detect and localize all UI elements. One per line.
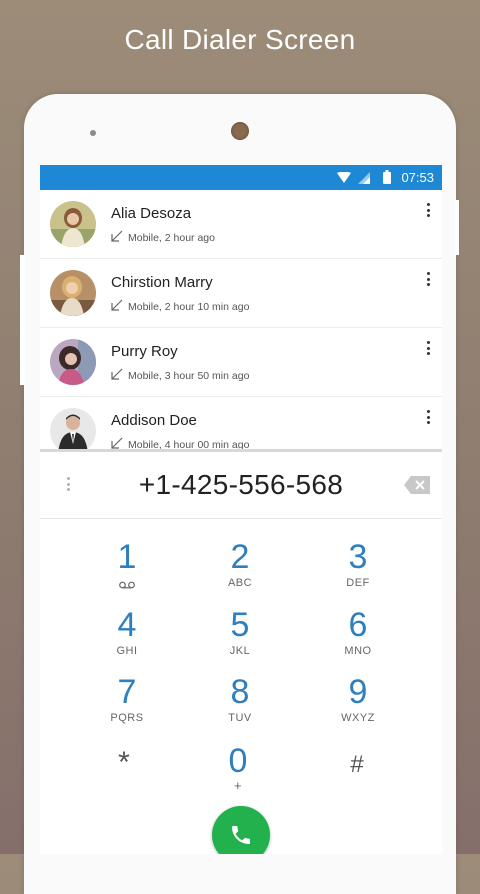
side-button-right — [455, 200, 459, 255]
more-options-icon[interactable] — [424, 272, 432, 288]
outgoing-call-arrow-icon — [111, 230, 123, 242]
dial-key-9[interactable]: 9 WXYZ — [298, 673, 418, 733]
avatar — [50, 408, 96, 453]
dial-key-1[interactable]: 1 — [67, 538, 187, 598]
call-detail-text: Mobile, 2 hour 10 min ago — [128, 301, 250, 313]
dialer-panel: +1-425-556-568 1 2 ABC 3 DEF 4 GHI 5 JKL — [40, 449, 442, 854]
side-button-left — [20, 255, 25, 385]
more-options-icon[interactable] — [424, 341, 432, 357]
more-options-icon[interactable] — [424, 203, 432, 219]
dial-key-hash[interactable]: # — [297, 746, 417, 806]
phone-icon — [229, 823, 253, 852]
dial-key-7[interactable]: 7 PQRS — [67, 673, 187, 733]
call-detail: Mobile, 2 hour ago — [111, 230, 215, 244]
call-detail-text: Mobile, 3 hour 50 min ago — [128, 370, 250, 382]
dial-key-8[interactable]: 8 TUV — [180, 673, 300, 733]
dial-key-5[interactable]: 5 JKL — [180, 606, 300, 666]
dial-key-6[interactable]: 6 MNO — [298, 606, 418, 666]
outgoing-call-arrow-icon — [111, 299, 123, 311]
signal-icon — [358, 171, 370, 189]
status-bar: 07:53 — [40, 165, 442, 190]
call-detail: Mobile, 3 hour 50 min ago — [111, 368, 249, 382]
wifi-icon — [337, 171, 351, 189]
call-log-item[interactable]: Chirstion Marry Mobile, 2 hour 10 min ag… — [40, 259, 442, 328]
avatar — [50, 270, 96, 316]
dial-key-2[interactable]: 2 ABC — [180, 538, 300, 598]
call-button[interactable] — [212, 806, 270, 854]
call-log-item[interactable]: Addison Doe Mobile, 4 hour 00 min ago — [40, 397, 442, 453]
avatar — [50, 339, 96, 385]
call-detail-text: Mobile, 2 hour ago — [128, 232, 215, 244]
backspace-icon[interactable] — [404, 476, 430, 499]
call-log-list[interactable]: Alia Desoza Mobile, 2 hour ago Chirstion… — [40, 190, 442, 453]
outgoing-call-arrow-icon — [111, 437, 123, 449]
proximity-sensor — [90, 130, 96, 136]
outgoing-call-arrow-icon — [111, 368, 123, 380]
status-time: 07:53 — [401, 170, 434, 185]
promo-title: Call Dialer Screen — [124, 24, 356, 55]
dial-key-4[interactable]: 4 GHI — [67, 606, 187, 666]
dialed-number[interactable]: +1-425-556-568 — [40, 469, 442, 501]
dial-key-3[interactable]: 3 DEF — [298, 538, 418, 598]
call-log-item[interactable]: Alia Desoza Mobile, 2 hour ago — [40, 190, 442, 259]
front-camera — [231, 122, 249, 140]
contact-name: Purry Roy — [111, 343, 178, 360]
avatar — [50, 201, 96, 247]
battery-icon — [383, 170, 391, 189]
phone-screen: 07:53 Alia Desoza Mobile, 2 hour ago Chi… — [40, 165, 442, 854]
contact-name: Addison Doe — [111, 412, 197, 429]
dial-key-0[interactable]: 0 + — [178, 742, 298, 802]
number-display: +1-425-556-568 — [40, 452, 442, 519]
contact-name: Chirstion Marry — [111, 274, 213, 291]
more-options-icon[interactable] — [424, 410, 432, 426]
call-log-item[interactable]: Purry Roy Mobile, 3 hour 50 min ago — [40, 328, 442, 397]
contact-name: Alia Desoza — [111, 205, 192, 222]
call-detail: Mobile, 2 hour 10 min ago — [111, 299, 249, 313]
voicemail-icon — [67, 576, 187, 589]
dial-key-star[interactable]: * — [64, 744, 184, 804]
